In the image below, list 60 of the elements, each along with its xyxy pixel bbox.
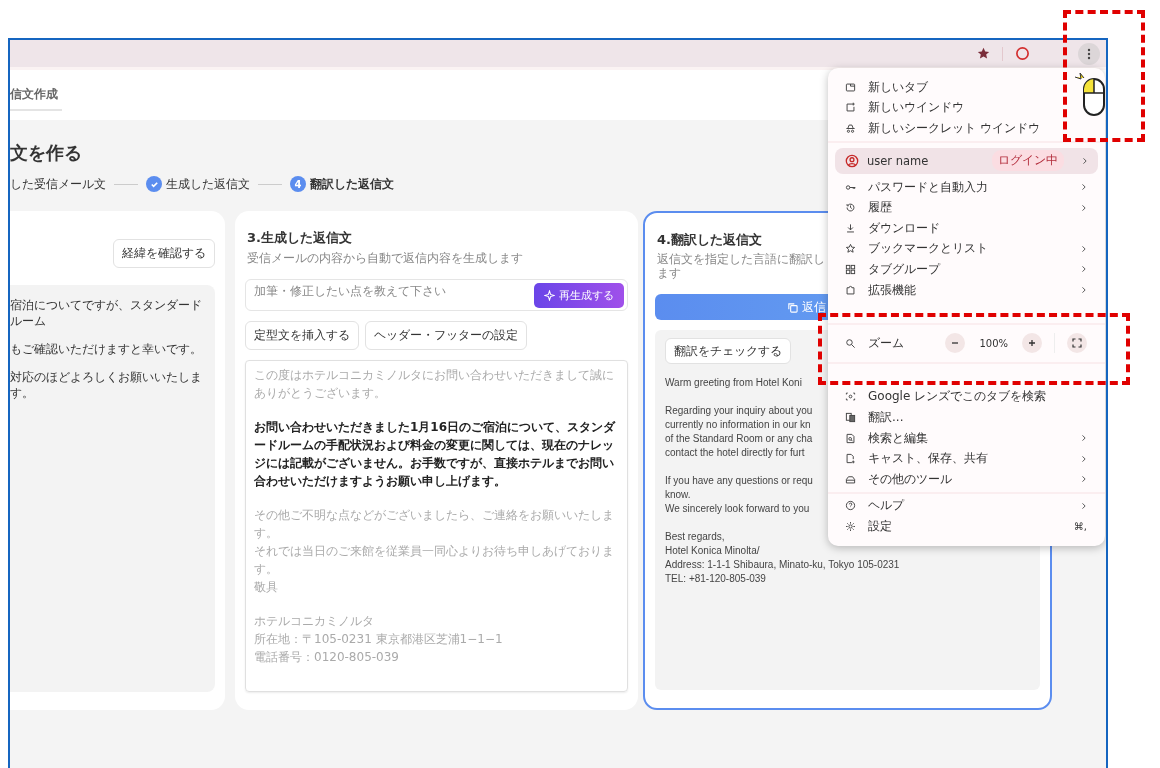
menu-label: ズーム bbox=[868, 334, 905, 352]
option-button[interactable]: 定型文を挿入する bbox=[245, 321, 359, 350]
card-subtitle: 返信文を指定した言語に翻訳します bbox=[657, 252, 825, 280]
reply-text: それでは当日のご来館を従業員一同心よりお待ち申しあげております。 bbox=[254, 543, 615, 578]
step-label[interactable]: 生成した返信文 bbox=[166, 175, 250, 193]
menu-item[interactable]: ヘルプ bbox=[828, 495, 1105, 517]
reply-text: 所在地：〒105-0231 東京都港区芝浦1−1−1 bbox=[254, 631, 504, 648]
option-button[interactable]: ヘッダー・フッターの設定 bbox=[365, 321, 527, 350]
menu-item[interactable]: その他のツール bbox=[828, 468, 1105, 490]
translation-text: know. bbox=[665, 488, 691, 502]
translation-text: We sincerely look forward to you bbox=[665, 502, 810, 516]
menu-item[interactable]: 設定 ⌘, bbox=[828, 516, 1105, 537]
email-line: 対応のほどよろしくお願いいたします。 bbox=[10, 369, 203, 401]
menu-item[interactable]: Google レンズでこのタブを検索 bbox=[828, 386, 1051, 408]
reply-text: その他ご不明な点などがございましたら、ご連絡をお願いいたします。 bbox=[254, 507, 615, 542]
zoom-value: 100% bbox=[979, 337, 1008, 349]
step-label[interactable]: した受信メール文 bbox=[10, 175, 106, 193]
menu-item[interactable]: 検索と編集 bbox=[828, 427, 1105, 449]
menu-item[interactable]: 新しいウインドウ bbox=[828, 97, 968, 119]
menu-item[interactable]: 拡張機能 bbox=[828, 279, 1105, 301]
translation-text: Address: 1-1-1 Shibaura, Minato-ku, Tokyo 105-0231 bbox=[665, 558, 900, 572]
translation-text: contact the hotel directly for furt bbox=[665, 446, 805, 460]
translation-text: currently no information in our kn bbox=[665, 418, 811, 432]
email-line: 宿泊についてですが、スタンダードルーム bbox=[10, 297, 203, 329]
check-button[interactable]: 翻訳をチェックする bbox=[665, 338, 791, 364]
menu-item[interactable]: 履歴 bbox=[828, 197, 1105, 218]
profile-item[interactable]: user name ログイン中 bbox=[835, 147, 1098, 174]
card-title: 3.生成した返信文 bbox=[247, 229, 352, 247]
translation-text: Regarding your inquiry about you bbox=[665, 404, 813, 418]
history-button[interactable]: 経緯を確認する bbox=[113, 239, 215, 268]
menu-item[interactable]: ダウンロード bbox=[828, 217, 944, 239]
step-number: 4 bbox=[290, 176, 306, 192]
translation-text: Warm greeting from Hotel Koni bbox=[665, 376, 802, 390]
reply-text: 敬具 bbox=[254, 579, 279, 596]
reply-text: お問い合わせいただきました1月16日のご宿泊について、スタンダードルームの手配状況および料金の変更に関しては、現在のナレッジには記載がございません。お手数ですが、直接ホテルまでお問い合わせいただけますようお願い申し上げます。 bbox=[254, 419, 617, 490]
reply-text: この度はホテルコニカミノルタにお問い合わせいただきまして誠にありがとうございます。 bbox=[254, 367, 615, 402]
translation-text: Best regards, bbox=[665, 530, 725, 544]
email-line: もご確認いただけますと幸いです。 bbox=[10, 341, 202, 357]
revision-field[interactable]: 加筆・修正したい点を教えて下さい 再生成する bbox=[245, 279, 628, 311]
translation-text: Hotel Konica Minolta/ bbox=[665, 544, 760, 558]
page-tab[interactable]: 信文作成 bbox=[10, 79, 62, 111]
card-subtitle: 受信メールの内容から自動で返信内容を生成します bbox=[247, 250, 523, 267]
menu-item[interactable]: 新しいシークレット ウインドウ bbox=[828, 118, 1044, 139]
page-title: 文を作る bbox=[10, 141, 82, 165]
translation-text: TEL: +81-120-805-039 bbox=[665, 572, 766, 586]
regenerate-button[interactable]: 再生成する bbox=[534, 282, 624, 308]
menu-item[interactable]: タブグループ bbox=[828, 259, 1105, 280]
menu-item[interactable]: パスワードと自動入力 bbox=[828, 176, 1105, 198]
menu-item[interactable]: ブックマークとリスト bbox=[828, 238, 1105, 260]
reply-text: ホテルコニカミノルタ bbox=[254, 613, 375, 630]
translation-text: of the Standard Room or any cha bbox=[665, 432, 813, 446]
menu-item[interactable]: 翻訳... bbox=[828, 407, 908, 428]
reply-text: 電話番号：0120-805-039 bbox=[254, 649, 400, 666]
step-label[interactable]: 翻訳した返信文 bbox=[310, 175, 394, 193]
translation-text: If you have any questions or requ bbox=[665, 474, 813, 488]
card-title: 4.翻訳した返信文 bbox=[657, 231, 762, 249]
status-badge: ログイン中 bbox=[992, 150, 1064, 172]
shortcut-label: ⌘, bbox=[1073, 520, 1087, 532]
menu-item[interactable]: 新しいタブ bbox=[828, 77, 932, 98]
menu-item[interactable]: キャスト、保存、共有 bbox=[828, 448, 1105, 469]
